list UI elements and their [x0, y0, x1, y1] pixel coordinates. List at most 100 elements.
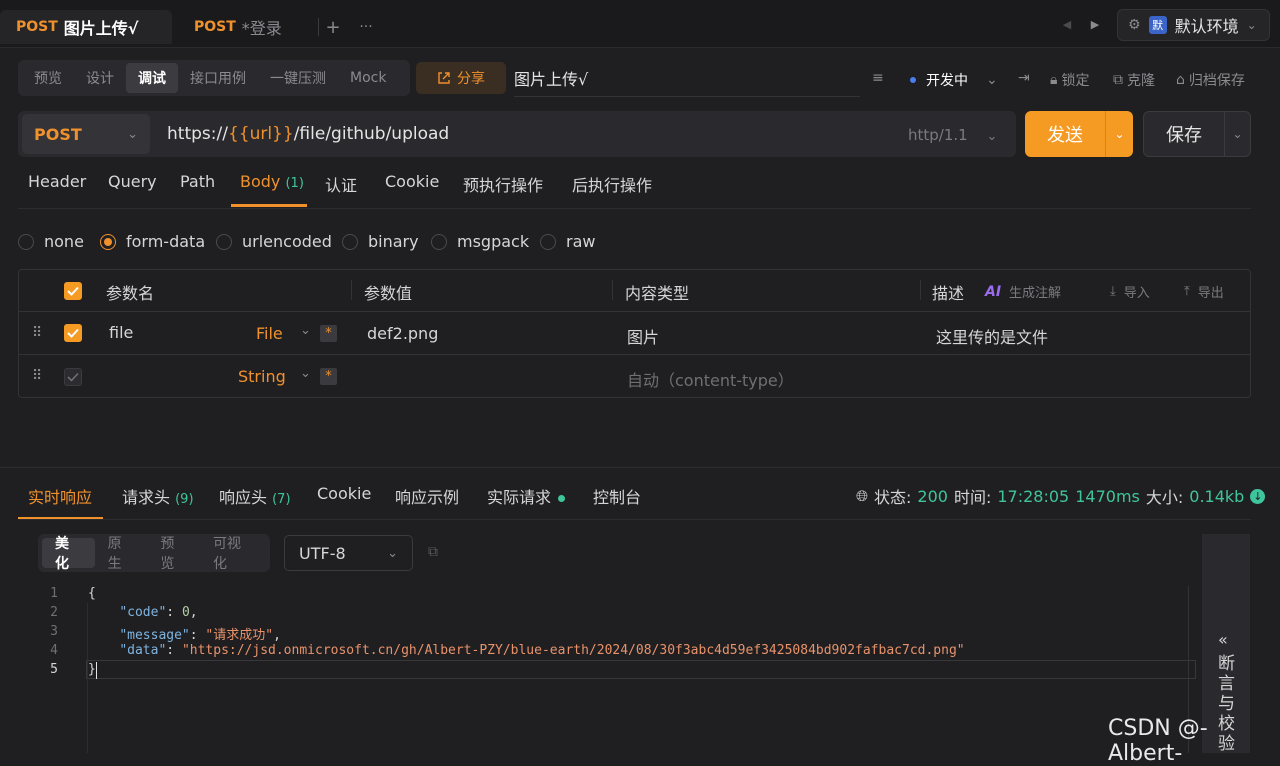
tab-response-example[interactable]: 响应示例 — [395, 484, 459, 508]
environment-selector[interactable]: ⚙ 默 默认环境 ⌄ — [1117, 9, 1270, 41]
chevron-down-icon[interactable]: ⌄ — [1225, 127, 1250, 141]
ai-annotate-button[interactable]: AI 生成注解 — [985, 282, 1061, 302]
env-label: 默认环境 — [1174, 17, 1239, 36]
tab-auth[interactable]: 认证 — [325, 172, 357, 196]
json-value: "请求成功" — [205, 628, 274, 643]
save-button[interactable]: 保存 ⌄ — [1143, 111, 1251, 157]
radio-none[interactable]: none — [18, 232, 84, 251]
indent-icon[interactable]: ⇥ — [1018, 70, 1030, 86]
chevron-down-icon: ⌄ — [127, 126, 138, 142]
select-all-checkbox[interactable] — [64, 282, 82, 300]
tab-live-response[interactable]: 实时响应 — [28, 484, 92, 508]
format-pretty[interactable]: 美化 — [42, 536, 95, 572]
radio-icon — [540, 233, 556, 250]
radio-raw[interactable]: raw — [540, 232, 595, 251]
url-variable: {{url}} — [227, 124, 294, 144]
edit-icon[interactable]: ≡ — [872, 70, 884, 86]
lock-label: 锁定 — [1061, 73, 1090, 89]
clone-button[interactable]: ⧉ 克隆 — [1113, 70, 1155, 90]
response-code-editor[interactable]: 1 2 3 4 5 { "code": 0, "message": "请求成功"… — [0, 586, 1200, 753]
format-visualize[interactable]: 可视化 — [200, 536, 266, 572]
param-value-file[interactable]: def2.png — [367, 324, 438, 343]
add-tab-icon[interactable]: + — [324, 16, 342, 38]
tab-path[interactable]: Path — [180, 172, 215, 191]
radio-binary[interactable]: binary — [342, 232, 419, 251]
method-select[interactable]: POST ⌄ — [22, 114, 150, 154]
param-type-select[interactable]: File — [256, 324, 283, 343]
url-input[interactable]: https://{{url}}/file/github/upload — [167, 124, 449, 144]
share-button[interactable]: 分享 — [416, 62, 506, 94]
chevron-down-icon[interactable]: ⌄ — [300, 366, 311, 381]
copy-icon[interactable]: ⧉ — [428, 544, 438, 560]
download-icon: ⤓ — [1110, 284, 1116, 299]
lock-button[interactable]: 🔒︎ 锁定 — [1050, 70, 1089, 90]
view-testcase[interactable]: 接口用例 — [178, 63, 258, 93]
tab-response-cookie[interactable]: Cookie — [317, 484, 371, 503]
export-button[interactable]: ⤒ 导出 — [1184, 282, 1224, 301]
row-checkbox[interactable] — [64, 368, 82, 386]
tab-header[interactable]: Header — [28, 172, 86, 191]
view-loadtest[interactable]: 一键压测 — [258, 63, 338, 93]
radio-form-data[interactable]: form-data — [100, 232, 205, 251]
chevron-down-icon[interactable]: ⌄ — [300, 323, 311, 338]
active-tab-indicator — [231, 204, 307, 207]
import-button[interactable]: ⤓ 导入 — [1110, 282, 1150, 301]
method-value: POST — [34, 124, 82, 144]
tab-actual-request[interactable]: 实际请求 — [487, 484, 566, 508]
archive-label: 归档保存 — [1188, 73, 1245, 89]
tab-post-script[interactable]: 后执行操作 — [572, 172, 652, 196]
export-label: 导出 — [1197, 286, 1224, 301]
request-name[interactable]: 图片上传√ — [514, 66, 588, 90]
tab-method: POST — [16, 19, 58, 35]
tab-request-headers[interactable]: 请求头 (9) — [122, 484, 194, 508]
status-selector[interactable]: 开发中 ⌄ — [910, 70, 998, 90]
tab-console[interactable]: 控制台 — [593, 484, 641, 508]
tab-image-upload[interactable]: POST 图片上传√ — [0, 10, 172, 44]
check-icon — [67, 372, 79, 382]
gear-icon: ⚙ — [1128, 17, 1141, 33]
param-content-type[interactable]: 图片 — [627, 324, 659, 348]
response-status: 🌐︎ 状态: 200 时间: 17:28:05 1470ms 大小: 0.14k… — [856, 484, 1266, 508]
tab-body[interactable]: Body (1) — [240, 172, 304, 191]
radio-msgpack[interactable]: msgpack — [431, 232, 529, 251]
required-star-icon[interactable]: * — [320, 325, 337, 342]
tab-response-headers[interactable]: 响应头 (7) — [219, 484, 291, 508]
row-checkbox[interactable] — [64, 324, 82, 342]
col-divider — [612, 280, 613, 300]
view-mock[interactable]: Mock — [338, 63, 398, 93]
view-debug[interactable]: 调试 — [126, 63, 178, 93]
view-mode-switch: 预览 设计 调试 接口用例 一键压测 Mock — [18, 60, 410, 96]
tab-pre-script[interactable]: 预执行操作 — [463, 172, 543, 196]
required-star-icon[interactable]: * — [320, 368, 337, 385]
more-tabs-icon[interactable]: ··· — [356, 16, 376, 38]
archive-button[interactable]: ⌂ 归档保存 — [1176, 70, 1245, 90]
param-content-type[interactable]: 自动（content-type） — [627, 367, 794, 391]
radio-urlencoded[interactable]: urlencoded — [216, 232, 332, 251]
param-type-select[interactable]: String — [238, 367, 286, 386]
chevron-right-icon[interactable]: ▶ — [1088, 16, 1102, 32]
chevron-left-icon[interactable]: ◀ — [1060, 16, 1074, 32]
radio-label: none — [44, 232, 84, 251]
collapse-left-icon[interactable]: « — [1218, 630, 1228, 649]
url-prefix: https:// — [167, 124, 228, 144]
download-icon[interactable]: ↓ — [1250, 488, 1266, 504]
http-version-value: http/1.1 — [908, 126, 968, 144]
format-raw[interactable]: 原生 — [95, 536, 148, 572]
tab-label: 请求头 — [122, 488, 171, 507]
param-description[interactable]: 这里传的是文件 — [936, 324, 1048, 348]
send-button[interactable]: 发送 ⌄ — [1025, 111, 1133, 157]
tab-cookie[interactable]: Cookie — [385, 172, 439, 191]
encoding-select[interactable]: UTF-8 ⌄ — [284, 535, 413, 571]
http-version-select[interactable]: http/1.1 ⌄ — [908, 126, 997, 144]
duration-value: 1470ms — [1075, 486, 1140, 506]
chevron-down-icon[interactable]: ⌄ — [1106, 127, 1133, 141]
drag-handle-icon[interactable]: ⠿ — [32, 325, 42, 341]
drag-handle-icon[interactable]: ⠿ — [32, 368, 42, 384]
tab-query[interactable]: Query — [108, 172, 157, 191]
view-preview[interactable]: 预览 — [22, 63, 74, 93]
view-design[interactable]: 设计 — [74, 63, 126, 93]
param-name-input[interactable]: file — [109, 323, 133, 342]
size-label: 大小: — [1145, 488, 1184, 507]
tab-login[interactable]: POST *登录 — [178, 10, 318, 44]
format-preview[interactable]: 预览 — [147, 536, 200, 572]
